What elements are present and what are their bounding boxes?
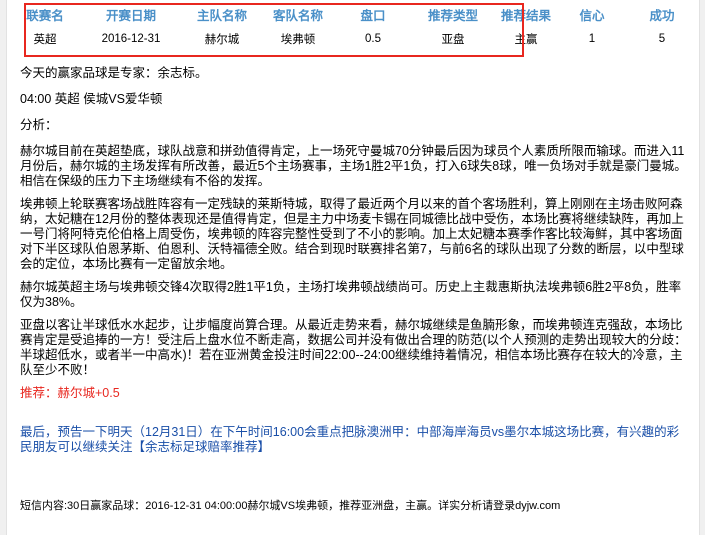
header-away-team: 客队名称 [272, 8, 323, 23]
window-frame-right [699, 0, 705, 535]
window-frame-left [0, 0, 7, 535]
cell-success: 5 [658, 33, 666, 45]
summary-data-row: 英超 2016-12-31 赫尔城 埃弗顿 0.5 亚盘 主赢 1 5 [14, 25, 694, 53]
promo-link[interactable]: 最后，预告一下明天（12月31日）在下午时间16:00会重点把脉澳洲甲：中部海岸… [20, 425, 690, 455]
summary-header-row: 联赛名 开赛日期 主队名称 客队名称 盘口 推荐类型 推荐结果 信心 成功 [14, 3, 694, 25]
cell-confidence: 1 [588, 33, 596, 45]
analysis-paragraph: 埃弗顿上轮联赛客场战胜阵容有一定残缺的莱斯特城，取得了最近两个月以来的首个客场胜… [20, 197, 684, 271]
analysis-label: 分析： [20, 118, 58, 132]
header-confidence: 信心 [579, 8, 605, 23]
header-handicap: 盘口 [360, 8, 386, 23]
match-line: 04:00 英超 侯城VS爱华顿 [20, 92, 163, 106]
cell-pick-type: 亚盘 [441, 34, 465, 46]
sms-footer: 短信内容:30日赢家品球：2016-12-31 04:00:00赫尔城VS埃弗顿… [20, 500, 561, 512]
cell-home-team: 赫尔城 [204, 34, 240, 46]
analysis-paragraph: 亚盘以客让半球低水水起步，让步幅度尚算合理。从最近走势来看，赫尔城继续是鱼腩形象… [20, 318, 687, 377]
header-league: 联赛名 [26, 8, 64, 23]
analysis-paragraph: 赫尔城目前在英超垫底，球队战意和拼劲值得肯定，上一场死守曼城70分钟最后因为球员… [20, 144, 687, 188]
prediction-summary-table: 联赛名 开赛日期 主队名称 客队名称 盘口 推荐类型 推荐结果 信心 成功 英超… [14, 3, 694, 53]
article-body: 今天的赢家品球是专家：余志标。 04:00 英超 侯城VS爱华顿 分析： 赫尔城… [20, 66, 690, 463]
cell-start-date: 2016-12-31 [101, 33, 161, 45]
cell-away-team: 埃弗顿 [280, 34, 316, 46]
header-home-team: 主队名称 [196, 8, 247, 23]
header-success: 成功 [649, 8, 675, 23]
header-start-date: 开赛日期 [105, 8, 156, 23]
analysis-paragraph: 赫尔城英超主场与埃弗顿交锋4次取得2胜1平1负，主场打埃弗顿战绩尚可。历史上主裁… [20, 280, 682, 309]
cell-handicap: 0.5 [365, 33, 381, 45]
header-pick-result: 推荐结果 [500, 8, 551, 23]
header-pick-type: 推荐类型 [427, 8, 478, 23]
recommendation: 推荐：赫尔城+0.5 [20, 386, 120, 400]
expert-line: 今天的赢家品球是专家：余志标。 [20, 66, 208, 80]
cell-pick-result: 主赢 [514, 34, 538, 46]
cell-league: 英超 [33, 34, 57, 46]
